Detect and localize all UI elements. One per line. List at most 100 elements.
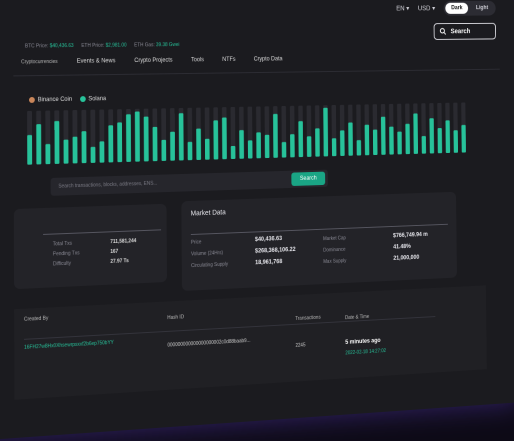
chart-bar[interactable] bbox=[445, 120, 451, 154]
time-ago: 5 minutes ago bbox=[345, 338, 381, 346]
col-created-by: Created By bbox=[23, 315, 49, 323]
chart-bar[interactable] bbox=[290, 134, 295, 158]
chart-legend: Binance Coin Solana bbox=[28, 96, 106, 104]
chart-bar[interactable] bbox=[204, 138, 210, 160]
chart-bar[interactable] bbox=[134, 111, 140, 162]
col-hash-id: Hash ID bbox=[167, 314, 185, 322]
main-nav: Cryptocurrencies Events & News Crypto Pr… bbox=[21, 56, 282, 65]
language-select[interactable]: EN ▾ bbox=[396, 5, 409, 12]
chart-bar[interactable] bbox=[397, 131, 402, 155]
chart-bar[interactable] bbox=[256, 132, 261, 159]
chart-bar[interactable] bbox=[380, 116, 386, 155]
chart-bar[interactable] bbox=[437, 128, 443, 154]
chevron-down-icon: ▾ bbox=[432, 5, 436, 13]
nav-ntfs[interactable]: NTFs bbox=[222, 57, 235, 63]
chart-bar[interactable] bbox=[323, 107, 329, 157]
theme-toggle[interactable]: Dark Light bbox=[443, 0, 496, 16]
chart-bar[interactable] bbox=[36, 124, 42, 165]
chart-bar[interactable] bbox=[108, 125, 114, 163]
chart-bar[interactable] bbox=[187, 141, 193, 161]
chart-bar[interactable] bbox=[389, 126, 394, 155]
chart-bar[interactable] bbox=[54, 121, 60, 164]
volume-label: Volume (24Hrs) bbox=[190, 250, 223, 258]
stats-label: Difficulty bbox=[52, 260, 72, 268]
price-label: Price bbox=[190, 239, 202, 246]
top-controls: EN ▾ USD ▾ Dark Light bbox=[396, 0, 496, 16]
chart-bar[interactable] bbox=[81, 131, 87, 164]
legend-solana[interactable]: Solana bbox=[79, 96, 106, 103]
nav-cryptocurrencies[interactable]: Cryptocurrencies bbox=[21, 59, 58, 65]
max-supply-value: 21,000,000 bbox=[393, 254, 420, 262]
nav-events-news[interactable]: Events & News bbox=[77, 58, 116, 64]
created-by-address[interactable]: 16FH27w8Hx0Xhsewrpsxxf2b6ep750bYY bbox=[24, 340, 114, 351]
header-search-button[interactable]: Search bbox=[433, 22, 497, 40]
chart-bar[interactable] bbox=[364, 124, 370, 156]
chart-bar[interactable] bbox=[247, 140, 253, 159]
chart-bar[interactable] bbox=[273, 113, 278, 158]
chart-bar[interactable] bbox=[213, 120, 219, 160]
transactions-value: 2245 bbox=[295, 342, 306, 349]
chart-bar[interactable] bbox=[405, 123, 410, 155]
chart-bar[interactable] bbox=[239, 130, 244, 159]
chart-bar[interactable] bbox=[281, 142, 287, 158]
currency-select[interactable]: USD ▾ bbox=[418, 5, 435, 12]
currency-value: USD bbox=[417, 5, 431, 12]
dominance-label: Dominance bbox=[323, 246, 346, 254]
price-bar-chart bbox=[27, 102, 466, 165]
chart-bar[interactable] bbox=[331, 138, 337, 157]
chart-bar[interactable] bbox=[356, 140, 362, 156]
chart-bar[interactable] bbox=[27, 135, 33, 165]
chart-bar[interactable] bbox=[196, 128, 202, 161]
explorer-search-input[interactable]: Search transactions, blocks, addresses, … bbox=[51, 176, 292, 190]
eth-gas: ETH Gas: 39.38 Gwei bbox=[134, 42, 180, 49]
chart-bar[interactable] bbox=[298, 121, 304, 158]
nav-tools[interactable]: Tools bbox=[191, 57, 204, 63]
theme-light-button[interactable]: Light bbox=[470, 3, 494, 14]
chart-bar[interactable] bbox=[372, 129, 378, 156]
nav-crypto-data[interactable]: Crypto Data bbox=[254, 56, 283, 62]
legend-binance[interactable]: Binance Coin bbox=[28, 96, 72, 103]
volume-value: $268,368,106.22 bbox=[255, 247, 296, 255]
chart-bar[interactable] bbox=[230, 145, 236, 160]
stats-divider bbox=[43, 229, 162, 235]
chart-bar[interactable] bbox=[413, 113, 419, 154]
eth-price: ETH Price: $2,981.00 bbox=[81, 42, 127, 49]
chart-bar[interactable] bbox=[117, 122, 123, 163]
chart-bar[interactable] bbox=[315, 128, 320, 157]
blocks-table: Created By Hash ID Transactions Date & T… bbox=[14, 285, 487, 400]
market-data-title: Market Data bbox=[190, 209, 226, 218]
stats-label: Pending Txs bbox=[52, 250, 80, 258]
table-divider bbox=[24, 316, 436, 340]
chart-bar[interactable] bbox=[461, 124, 466, 153]
market-cap-label: Market Cap bbox=[323, 235, 346, 243]
chart-bar[interactable] bbox=[72, 136, 78, 164]
stats-value: 167 bbox=[110, 248, 119, 255]
chart-bar[interactable] bbox=[453, 130, 459, 153]
hash-id-value[interactable]: 000000000000000000002c0d88baab9... bbox=[167, 338, 250, 349]
explorer-search-button[interactable]: Search bbox=[291, 171, 326, 187]
chart-bar[interactable] bbox=[143, 116, 149, 162]
chart-bar[interactable] bbox=[306, 136, 312, 157]
chart-bar[interactable] bbox=[161, 139, 167, 161]
theme-dark-button[interactable]: Dark bbox=[445, 2, 469, 14]
network-stats-card: Total Txs 711,581,244 Pending Txs 167 Di… bbox=[13, 203, 168, 290]
chart-bar[interactable] bbox=[348, 122, 353, 156]
chart-bar[interactable] bbox=[264, 134, 270, 159]
chart-bar[interactable] bbox=[178, 113, 184, 161]
market-data-card: Market Data Price $40,436.63 Volume (24H… bbox=[181, 191, 457, 291]
nav-crypto-projects[interactable]: Crypto Projects bbox=[134, 58, 172, 64]
chart-bar[interactable] bbox=[429, 118, 435, 154]
chart-bar[interactable] bbox=[45, 143, 51, 165]
chart-bar[interactable] bbox=[221, 117, 227, 160]
chart-bar[interactable] bbox=[170, 131, 175, 161]
btc-price: BTC Price: $40,436.63 bbox=[24, 43, 74, 50]
chart-bar[interactable] bbox=[421, 135, 427, 154]
app-window: EN ▾ USD ▾ Dark Light BTC Price: $40,436… bbox=[0, 0, 514, 441]
col-transactions: Transactions bbox=[295, 314, 321, 322]
chart-bar[interactable] bbox=[340, 130, 345, 156]
chart-bar[interactable] bbox=[63, 139, 69, 164]
chart-bar[interactable] bbox=[126, 114, 132, 162]
chart-bar[interactable] bbox=[90, 146, 96, 163]
chart-bar[interactable] bbox=[152, 126, 158, 162]
chart-bar[interactable] bbox=[99, 141, 105, 163]
